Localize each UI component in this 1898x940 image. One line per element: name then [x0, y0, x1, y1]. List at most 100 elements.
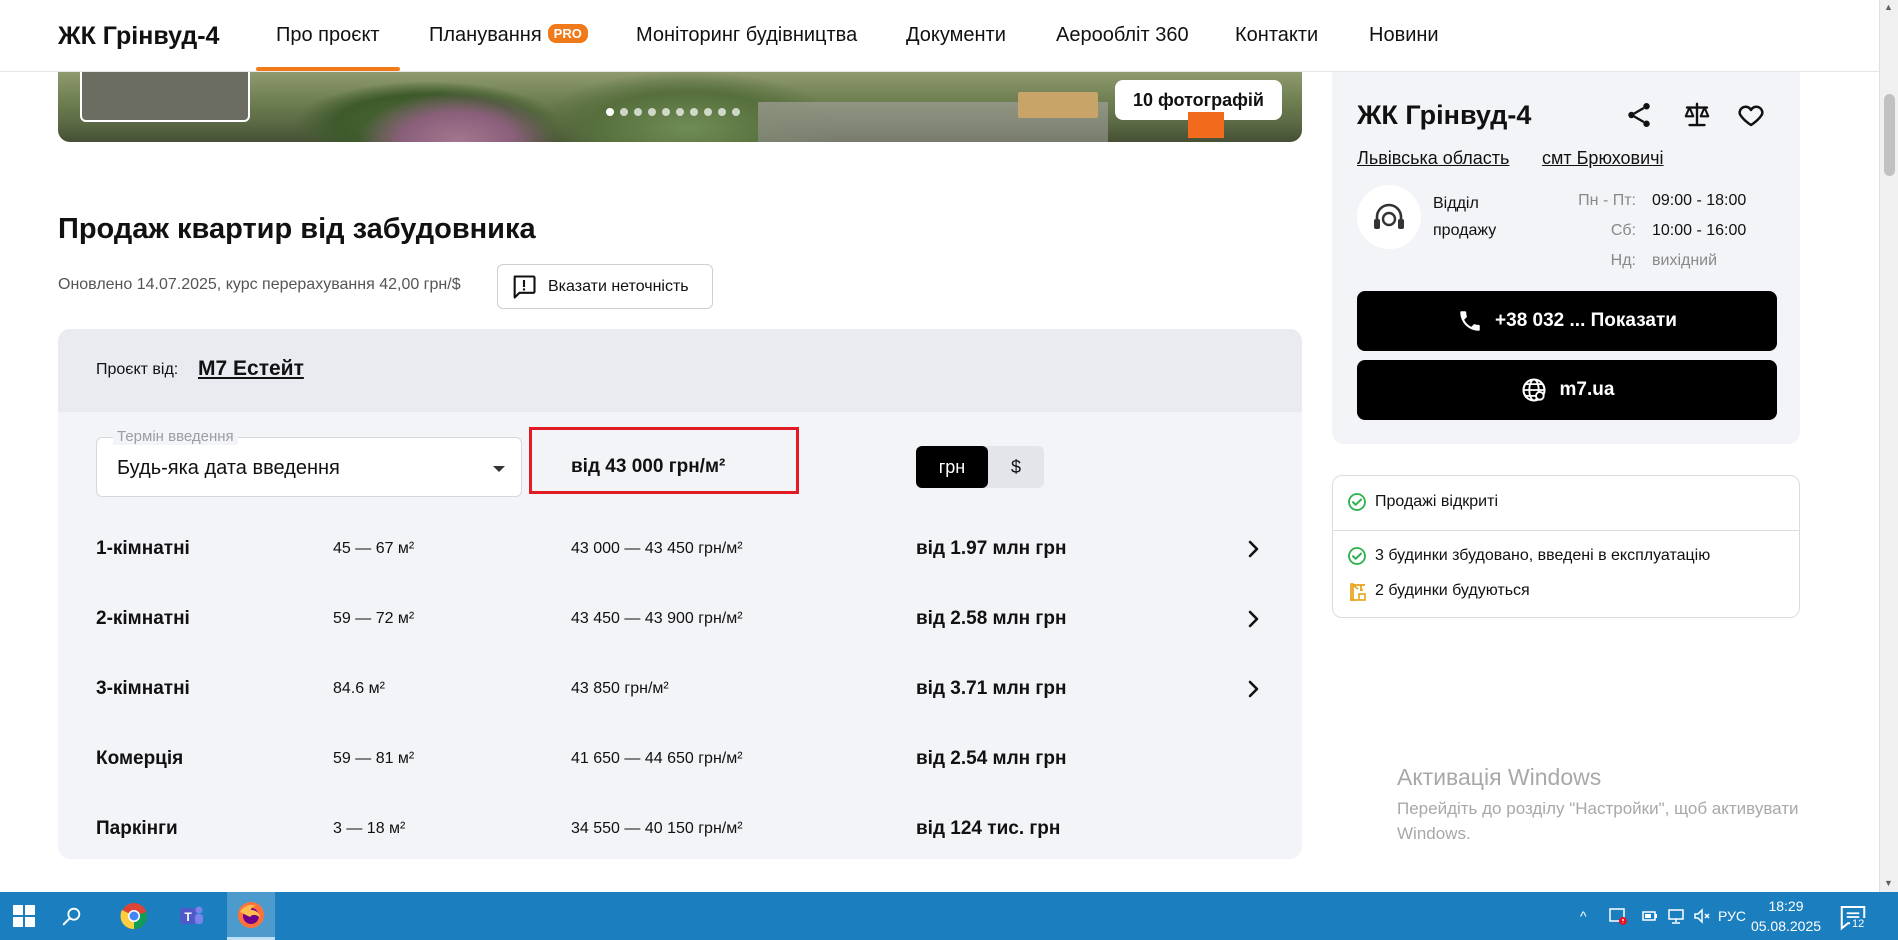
- table-row[interactable]: 3-кімнатні 84.6 м² 43 850 грн/м² від 3.7…: [58, 655, 1302, 725]
- taskbar-firefox[interactable]: [227, 892, 275, 940]
- page-scrollbar[interactable]: ▲ ▼: [1879, 0, 1898, 892]
- completion-date-value: Будь-яка дата введення: [117, 457, 340, 479]
- row-type: 3-кімнатні: [96, 678, 190, 699]
- scroll-up-icon[interactable]: ▲: [1884, 2, 1893, 12]
- slide-dots[interactable]: [606, 108, 740, 116]
- compare-scales-icon[interactable]: [1682, 100, 1712, 130]
- table-row: Комерція 59 — 81 м² 41 650 — 44 650 грн/…: [58, 725, 1302, 795]
- avatar: [1357, 185, 1421, 249]
- section-title: Продаж квартир від забудовника: [58, 213, 536, 245]
- check-circle-icon: [1348, 493, 1366, 511]
- schedule-days: Сб:: [1610, 222, 1636, 239]
- pro-badge: PRO: [547, 24, 588, 43]
- currency-uah-button[interactable]: грн: [916, 446, 988, 488]
- heart-icon[interactable]: [1736, 100, 1766, 130]
- teams-icon: T: [180, 906, 203, 924]
- slide-dot[interactable]: [718, 108, 726, 116]
- status-sales: Продажі відкриті: [1347, 492, 1498, 512]
- sales-department-label: Відділ продажу: [1433, 195, 1497, 239]
- nav-item-contacts[interactable]: Контакти: [1235, 24, 1318, 47]
- developer-label: Проєкт від:: [96, 361, 179, 378]
- project-contact-card: ЖК Грінвуд-4 Львівська область смт Брюхо…: [1332, 72, 1800, 444]
- slide-dot[interactable]: [676, 108, 684, 116]
- nav-item-aerial[interactable]: Аерооблiт 360: [1056, 24, 1189, 47]
- website-button[interactable]: m7.ua: [1357, 360, 1777, 420]
- scroll-thumb[interactable]: [1884, 94, 1895, 176]
- nav-item-documents[interactable]: Документи: [906, 24, 1006, 47]
- report-inaccuracy-label: Вказати неточність: [548, 277, 689, 295]
- shield-alert-icon: [1609, 908, 1627, 925]
- volume-muted-icon: [1694, 908, 1710, 924]
- completion-date-select[interactable]: Термін введення Будь-яка дата введення: [96, 428, 522, 497]
- nav-item-news[interactable]: Новини: [1369, 24, 1439, 47]
- search-button[interactable]: [48, 892, 96, 940]
- region-link[interactable]: Львівська область: [1357, 148, 1509, 169]
- brand-mark: [1188, 112, 1224, 138]
- currency-usd-button[interactable]: $: [988, 446, 1044, 488]
- nav-item-monitoring[interactable]: Моніторинг будівництва: [636, 24, 857, 47]
- taskbar-teams[interactable]: T: [167, 892, 215, 940]
- feedback-icon: [513, 274, 536, 299]
- nav-item-about[interactable]: Про проєкт: [256, 24, 400, 71]
- report-inaccuracy-button[interactable]: Вказати неточність: [497, 264, 713, 309]
- notification-count: 12: [1850, 918, 1867, 930]
- row-area: 45 — 67 м²: [333, 540, 415, 557]
- slide-dot[interactable]: [690, 108, 698, 116]
- status-built: 3 будинки збудовано, введені в експлуата…: [1347, 546, 1710, 566]
- scroll-down-icon[interactable]: ▼: [1884, 878, 1893, 888]
- schedule-hours: 10:00 - 16:00: [1652, 222, 1747, 239]
- check-circle-icon: [1348, 547, 1366, 565]
- taskbar-chrome[interactable]: [110, 892, 158, 940]
- slide-dot[interactable]: [634, 108, 642, 116]
- hero-thumbnail[interactable]: [80, 72, 250, 122]
- share-icon[interactable]: [1624, 100, 1654, 130]
- town-link[interactable]: смт Брюховичі: [1542, 148, 1664, 169]
- show-phone-label: +38 032 ... Показати: [1495, 310, 1677, 331]
- row-total: від 1.97 млн грн: [916, 538, 1067, 559]
- slide-dot[interactable]: [704, 108, 712, 116]
- status-building: 2 будинки будуються: [1347, 581, 1530, 601]
- row-area: 59 — 72 м²: [333, 610, 415, 627]
- status-sales-text: Продажі відкриті: [1375, 493, 1498, 510]
- slide-dot[interactable]: [606, 108, 614, 116]
- slide-dot[interactable]: [648, 108, 656, 116]
- firefox-icon: [238, 901, 264, 928]
- chevron-right-icon[interactable]: [1241, 677, 1265, 701]
- table-row[interactable]: 2-кімнатні 59 — 72 м² 43 450 — 43 900 гр…: [58, 585, 1302, 655]
- schedule-hours: вихідний: [1652, 252, 1718, 269]
- row-type: Комерція: [96, 748, 184, 769]
- windows-icon: [13, 905, 35, 927]
- hero-photo-flowers: [358, 92, 558, 142]
- tray-chevron-icon[interactable]: ^: [1580, 892, 1587, 940]
- row-total: від 2.58 млн грн: [916, 608, 1067, 629]
- chevron-right-icon[interactable]: [1241, 607, 1265, 631]
- tray-security-icon[interactable]: [1608, 892, 1628, 940]
- developer-link[interactable]: M7 Естейт: [198, 357, 304, 381]
- tray-volume-icon[interactable]: [1692, 892, 1712, 940]
- sidebar-title: ЖК Грінвуд-4: [1357, 100, 1532, 130]
- show-phone-button[interactable]: +38 032 ... Показати: [1357, 291, 1777, 351]
- clock-time: 18:29: [1768, 898, 1804, 914]
- row-price-m2: 43 000 — 43 450 грн/м²: [571, 540, 743, 557]
- tray-battery-icon[interactable]: [1640, 892, 1660, 940]
- taskbar-clock[interactable]: 18:29 05.08.2025: [1740, 896, 1832, 936]
- nav-item-layouts[interactable]: Планування PRO: [429, 24, 588, 47]
- chrome-icon: [120, 903, 147, 930]
- row-total: від 124 тис. грн: [916, 818, 1061, 839]
- slide-dot[interactable]: [732, 108, 740, 116]
- tray-network-icon[interactable]: [1666, 892, 1686, 940]
- globe-icon: [1521, 378, 1546, 402]
- taskbar: T ^ РУС 18:29 05.08.2025 12: [0, 892, 1898, 940]
- developer-header: Проєкт від: M7 Естейт: [58, 329, 1302, 412]
- schedule-hours: 09:00 - 18:00: [1652, 192, 1747, 209]
- clock-date: 05.08.2025: [1750, 918, 1822, 934]
- row-area: 59 — 81 м²: [333, 750, 415, 767]
- row-area: 84.6 м²: [333, 680, 385, 697]
- table-row[interactable]: 1-кімнатні 45 — 67 м² 43 000 — 43 450 гр…: [58, 515, 1302, 585]
- start-button[interactable]: [0, 892, 48, 940]
- chevron-right-icon[interactable]: [1241, 537, 1265, 561]
- slide-dot[interactable]: [662, 108, 670, 116]
- table-row: Паркінги 3 — 18 м² 34 550 — 40 150 грн/м…: [58, 795, 1302, 859]
- site-logo[interactable]: ЖК Грінвуд-4: [58, 22, 219, 51]
- slide-dot[interactable]: [620, 108, 628, 116]
